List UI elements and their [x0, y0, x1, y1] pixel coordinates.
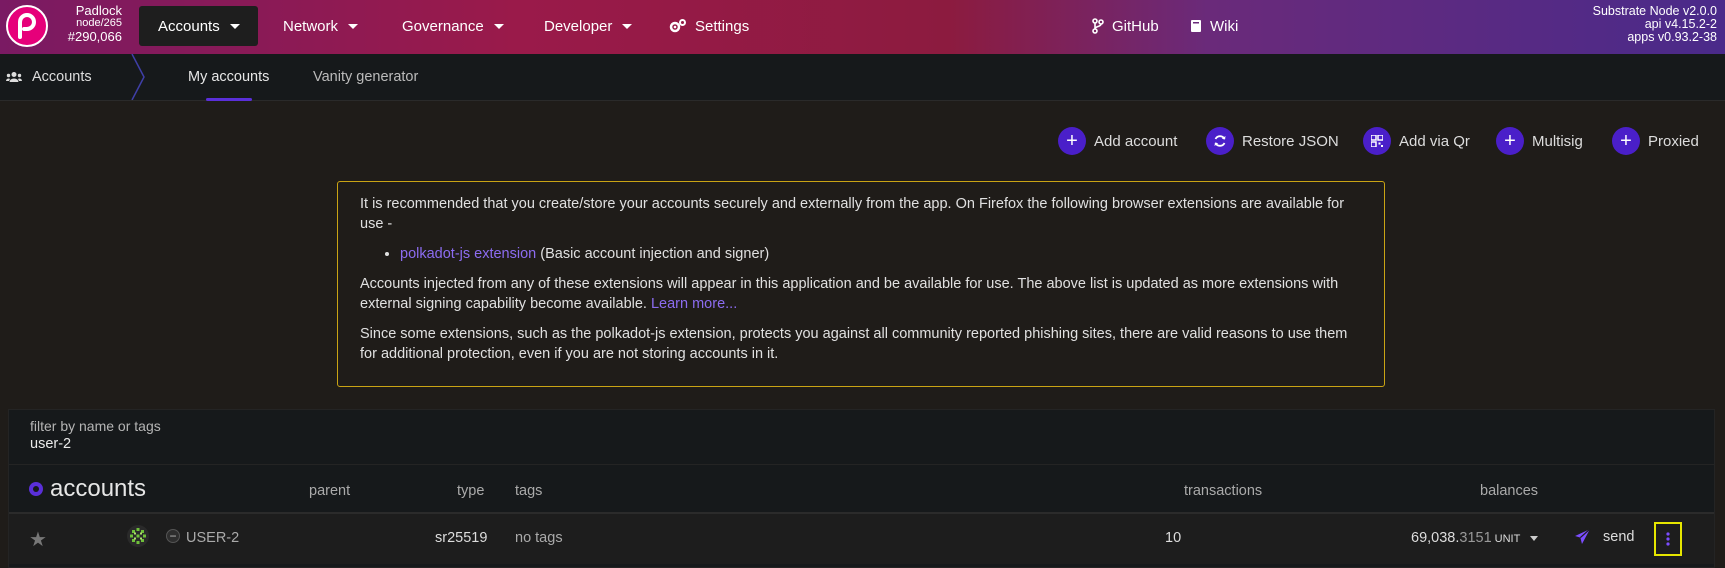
- balance-unit: UNIT: [1494, 533, 1521, 545]
- users-icon: [6, 71, 22, 83]
- apps-version: apps v0.93.2-38: [1627, 30, 1717, 44]
- chain-info[interactable]: Padlock node/265 #290,066: [52, 4, 122, 43]
- table-row: ★ − USER-2 sr25519 no tags 10 69,038.315…: [9, 512, 1714, 564]
- menu-settings-label: Settings: [695, 17, 750, 35]
- accounts-panel: filter by name or tags user-2 accounts p…: [8, 409, 1715, 568]
- add-via-qr-button[interactable]: Add via Qr: [1363, 126, 1470, 156]
- vertical-ellipsis-icon: [1666, 532, 1670, 546]
- paper-plane-icon: [1575, 528, 1591, 544]
- header-tags: tags: [515, 483, 543, 499]
- menu-github-label: GitHub: [1112, 17, 1159, 35]
- chevron-down-icon: [622, 23, 633, 29]
- account-transactions: 10: [1165, 530, 1182, 546]
- multisig-label: Multisig: [1532, 132, 1583, 150]
- notice-paragraph-2-text: Accounts injected from any of these exte…: [360, 276, 1339, 312]
- account-name[interactable]: USER-2: [186, 530, 239, 546]
- identicon-icon[interactable]: [127, 525, 149, 552]
- circle-dot-icon: [29, 482, 43, 496]
- menu-github[interactable]: GitHub: [1073, 6, 1178, 46]
- active-tab-indicator: [206, 98, 252, 101]
- gears-icon: [669, 18, 687, 34]
- menu-accounts-label: Accounts: [158, 17, 220, 35]
- menu-wiki[interactable]: Wiki: [1171, 6, 1257, 46]
- header-transactions: transactions: [1184, 483, 1263, 499]
- menu-network-label: Network: [283, 17, 339, 35]
- code-branch-icon: [1092, 18, 1104, 34]
- star-icon[interactable]: ★: [29, 527, 47, 552]
- extension-list-item: polkadot-js extension (Basic account inj…: [400, 244, 1362, 264]
- tab-my-accounts-label: My accounts: [188, 69, 270, 85]
- polkadot-extension-link[interactable]: polkadot-js extension: [400, 246, 536, 262]
- plus-icon: +: [1496, 127, 1524, 155]
- learn-more-link[interactable]: Learn more...: [651, 296, 737, 312]
- book-icon: [1190, 19, 1202, 33]
- filter-value[interactable]: user-2: [30, 436, 71, 452]
- account-type: sr25519: [435, 530, 488, 546]
- multisig-button[interactable]: + Multisig: [1496, 126, 1583, 156]
- filter-label: filter by name or tags: [30, 418, 161, 434]
- menu-governance[interactable]: Governance: [383, 6, 523, 46]
- notice-paragraph-1: It is recommended that you create/store …: [360, 196, 1345, 232]
- more-options-button[interactable]: [1654, 522, 1682, 556]
- notice-paragraph-3: Since some extensions, such as the polka…: [360, 326, 1348, 362]
- minus-icon[interactable]: −: [166, 529, 180, 543]
- add-account-label: Add account: [1094, 132, 1178, 150]
- add-account-button[interactable]: + Add account: [1058, 126, 1177, 156]
- notice-paragraph-2: Accounts injected from any of these exte…: [360, 274, 1362, 314]
- chain-name: Padlock: [75, 3, 122, 18]
- plus-icon: +: [1058, 127, 1086, 155]
- menu-developer-label: Developer: [544, 17, 613, 35]
- balance-decimal: 3151: [1459, 530, 1492, 546]
- extension-list: polkadot-js extension (Basic account inj…: [360, 244, 1362, 264]
- tab-vanity-generator-label: Vanity generator: [313, 69, 419, 85]
- account-tags[interactable]: no tags: [515, 530, 563, 546]
- restore-json-button[interactable]: Restore JSON: [1206, 126, 1339, 156]
- proxied-label: Proxied: [1648, 132, 1699, 150]
- account-balance[interactable]: 69,038.3151 UNIT: [1411, 530, 1539, 546]
- accounts-title: accounts: [29, 475, 146, 503]
- tab-vanity-generator[interactable]: Vanity generator: [313, 54, 418, 100]
- add-via-qr-label: Add via Qr: [1399, 132, 1470, 150]
- sync-icon: [1206, 127, 1234, 155]
- top-menu-bar: Padlock node/265 #290,066 Accounts Netwo…: [0, 0, 1725, 54]
- extension-notice: It is recommended that you create/store …: [337, 181, 1385, 387]
- menu-accounts[interactable]: Accounts: [139, 6, 258, 46]
- send-label: send: [1603, 528, 1635, 545]
- send-button[interactable]: send: [1574, 528, 1634, 545]
- qrcode-icon: [1363, 127, 1391, 155]
- menu-developer[interactable]: Developer: [525, 6, 651, 46]
- header-type: type: [457, 483, 485, 499]
- header-balances: balances: [1480, 483, 1539, 499]
- proxied-button[interactable]: + Proxied: [1612, 126, 1699, 156]
- breadcrumb-separator-icon: [131, 54, 145, 100]
- header-parent: parent: [309, 483, 351, 499]
- chevron-down-icon: [493, 23, 504, 29]
- menu-governance-label: Governance: [402, 17, 484, 35]
- sub-navigation: Accounts My accounts Vanity generator: [0, 54, 1725, 101]
- chain-logo-icon[interactable]: [6, 5, 48, 47]
- accounts-title-label: accounts: [50, 475, 147, 502]
- section-accounts-label: Accounts: [32, 69, 92, 85]
- polkadot-p-icon: [18, 13, 36, 39]
- chevron-down-icon: [348, 23, 359, 29]
- tab-my-accounts[interactable]: My accounts: [188, 54, 269, 100]
- plus-icon: +: [1612, 127, 1640, 155]
- balance-integer: 69,038.: [1411, 530, 1460, 546]
- block-number: #290,066: [67, 29, 122, 44]
- version-info: Substrate Node v2.0.0 api v4.15.2-2 apps…: [1593, 5, 1717, 44]
- chevron-down-icon: [1530, 535, 1539, 541]
- chevron-down-icon: [229, 23, 240, 29]
- menu-settings[interactable]: Settings: [650, 6, 768, 46]
- section-accounts: Accounts: [6, 54, 92, 100]
- restore-json-label: Restore JSON: [1242, 132, 1339, 150]
- menu-network[interactable]: Network: [264, 6, 377, 46]
- extension-description: (Basic account injection and signer): [536, 246, 770, 262]
- menu-wiki-label: Wiki: [1210, 17, 1239, 35]
